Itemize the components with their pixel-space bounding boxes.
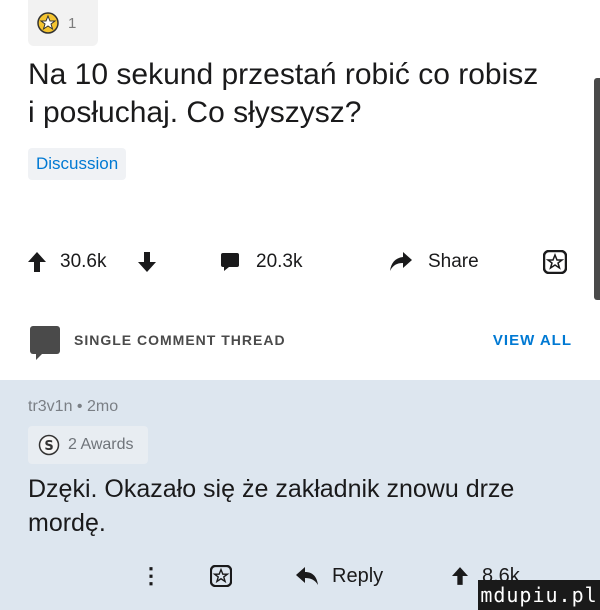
thread-label: SINGLE COMMENT THREAD (74, 332, 286, 348)
vote-score: 30.6k (60, 251, 107, 272)
comment-awards[interactable]: S 2 Awards (28, 426, 148, 464)
share-arrow-icon (390, 252, 412, 271)
watermark: mdupiu.pl (478, 580, 600, 610)
award-icon (37, 12, 59, 34)
comment-upvote-button[interactable] (452, 556, 468, 596)
reply-button[interactable]: Reply (296, 556, 383, 596)
single-comment-thread-bar: SINGLE COMMENT THREAD VIEW ALL (0, 314, 600, 366)
post-actions: 30.6k 20.3k Share (0, 240, 600, 284)
post-title: Na 10 sekund przestań robić co robisz i … (28, 58, 539, 129)
award-button[interactable] (543, 240, 567, 284)
award-count: 1 (68, 14, 77, 32)
comment-body: Dzęki. Okazało się że zakładnik znowu dr… (28, 475, 515, 537)
award-outline-icon (543, 250, 567, 274)
reply-label: Reply (332, 564, 384, 587)
post-flair[interactable]: Discussion (28, 148, 127, 180)
comment-bubble-icon (221, 253, 239, 271)
comment-award-button[interactable] (210, 556, 232, 596)
scrollbar[interactable] (594, 78, 600, 300)
share-label: Share (428, 251, 479, 272)
svg-text:S: S (44, 439, 53, 454)
share-button[interactable]: Share (390, 240, 479, 284)
upvote-arrow-icon (28, 252, 46, 272)
view-all-link[interactable]: VIEW ALL (493, 332, 572, 349)
award-outline-icon (210, 565, 232, 587)
chat-icon (30, 326, 60, 360)
post-award-badge[interactable]: 1 (28, 0, 98, 46)
downvote-arrow-icon (138, 252, 156, 272)
upvote-arrow-icon (452, 567, 468, 585)
comment-count: 20.3k (256, 251, 303, 272)
downvote-button[interactable] (138, 240, 156, 284)
upvote-button[interactable] (28, 240, 46, 284)
more-options-icon[interactable]: ⋮ (140, 556, 162, 596)
awards-label: 2 Awards (68, 436, 134, 453)
silver-award-icon: S (38, 434, 60, 456)
post-card: 1 Na 10 sekund przestań robić co robisz … (0, 0, 600, 380)
comment-meta: tr3v1n • 2mo (28, 398, 119, 415)
reply-arrow-icon (296, 567, 318, 585)
comments-button[interactable]: 20.3k (220, 240, 302, 284)
comment-card: tr3v1n • 2mo S 2 Awards Dzęki. Okazało s… (0, 380, 600, 610)
